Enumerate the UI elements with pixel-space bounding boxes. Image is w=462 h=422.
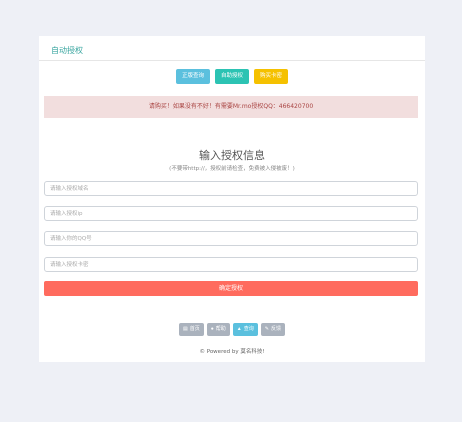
tool-label: 帮助 xyxy=(215,326,226,332)
buy-card-button[interactable]: 购买卡密 xyxy=(254,69,289,84)
tool-label: 反馈 xyxy=(270,326,281,332)
top-button-row: 正版查询 自助授权 购买卡密 xyxy=(39,69,425,84)
tool-button-home[interactable]: ▤ 首页 xyxy=(179,323,204,336)
info-icon: ● xyxy=(210,326,214,332)
pencil-icon: ✎ xyxy=(264,326,269,332)
tool-button-row: ▤ 首页 ● 帮助 ▲ 查询 ✎ 反馈 xyxy=(39,323,425,336)
form-subtitle: (不要带http://，授权前请检查，免费被入侵被废！) xyxy=(169,166,295,172)
tool-button-feedback[interactable]: ✎ 反馈 xyxy=(260,323,285,336)
auth-card: 自动授权 正版查询 自助授权 购买卡密 请购买！如果没有不好！有需要Mr.mo授… xyxy=(39,36,425,362)
tool-label: 首页 xyxy=(189,326,200,332)
footer-powered-by: © Powered by 莫名科技! xyxy=(199,349,265,355)
card-header: 自动授权 xyxy=(39,44,425,61)
self-auth-button[interactable]: 自助授权 xyxy=(214,69,249,84)
tool-label: 查询 xyxy=(243,326,254,332)
tool-button-query[interactable]: ▲ 查询 xyxy=(232,323,258,336)
tool-button-help[interactable]: ● 帮助 xyxy=(206,323,230,336)
ip-input[interactable] xyxy=(44,206,418,221)
user-icon: ▲ xyxy=(236,326,242,332)
qq-input[interactable] xyxy=(44,231,418,246)
card-title: 自动授权 xyxy=(51,46,83,55)
card-key-input[interactable] xyxy=(44,257,418,272)
notice-alert: 请购买！如果没有不好！有需要Mr.mo授权QQ：466420700 xyxy=(44,96,418,118)
domain-input[interactable] xyxy=(44,181,418,196)
genuine-query-button[interactable]: 正版查询 xyxy=(175,69,210,84)
list-icon: ▤ xyxy=(183,326,188,332)
form-title: 输入授权信息 xyxy=(199,149,265,162)
submit-auth-button[interactable]: 确定授权 xyxy=(44,281,418,296)
